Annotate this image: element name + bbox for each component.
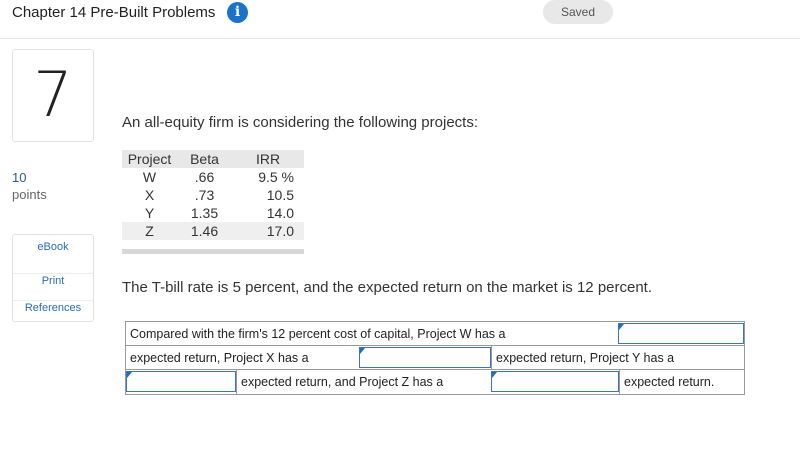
col-header-project: Project: [122, 150, 177, 168]
table-row: Z 1.46 17.0: [122, 222, 304, 240]
assignment-title: Chapter 14 Pre-Built Problems: [12, 4, 216, 21]
info-icon[interactable]: i: [227, 2, 248, 23]
project-cell: X: [122, 186, 177, 204]
col-header-irr: IRR: [232, 150, 304, 168]
table-row: W .66 9.5 %: [122, 168, 304, 186]
irr-cell: 17.0: [232, 222, 304, 240]
ebook-link[interactable]: eBook: [13, 241, 93, 253]
project-cell: Z: [122, 222, 177, 240]
irr-cell: 14.0: [232, 204, 304, 222]
answer-row-1: Compared with the firm's 12 percent cost…: [126, 322, 744, 346]
question-number: 7: [33, 58, 73, 131]
answer-row-2: expected return, Project X has a expecte…: [126, 346, 744, 370]
print-link[interactable]: Print: [13, 273, 93, 287]
projects-table: Project Beta IRR W .66 9.5 % X .73 10.5 …: [122, 150, 304, 254]
project-y-dropdown[interactable]: [126, 371, 236, 392]
answer-text-z: expected return, and Project Z has a: [236, 370, 491, 394]
table-header-row: Project Beta IRR: [122, 150, 304, 168]
answer-grid: Compared with the firm's 12 percent cost…: [125, 321, 745, 395]
col-header-beta: Beta: [177, 150, 232, 168]
question-intro: An all-equity firm is considering the fo…: [122, 114, 478, 131]
project-x-dropdown[interactable]: [359, 347, 491, 368]
beta-cell: 1.35: [177, 204, 232, 222]
resource-links: eBook Print References: [12, 234, 94, 322]
answer-text-x: expected return, Project X has a: [130, 351, 309, 365]
answer-text-end: expected return.: [619, 370, 744, 394]
project-w-dropdown[interactable]: [618, 323, 744, 344]
table-row: X .73 10.5: [122, 186, 304, 204]
project-z-dropdown[interactable]: [491, 371, 619, 392]
answer-row-3: expected return, and Project Z has a exp…: [126, 370, 744, 394]
saved-status-button[interactable]: Saved: [543, 0, 613, 24]
references-link[interactable]: References: [13, 300, 93, 314]
question-number-box: 7: [12, 49, 94, 142]
top-header: Chapter 14 Pre-Built Problems i Saved: [0, 0, 800, 39]
beta-cell: 1.46: [177, 222, 232, 240]
answer-text-y: expected return, Project Y has a: [491, 346, 744, 370]
market-info-text: The T-bill rate is 5 percent, and the ex…: [122, 279, 653, 296]
points-label: points: [12, 187, 47, 202]
irr-cell: 10.5: [232, 186, 304, 204]
beta-cell: .73: [177, 186, 232, 204]
points-value: 10: [12, 170, 27, 185]
project-cell: W: [122, 168, 177, 186]
answer-text-w: Compared with the firm's 12 percent cost…: [130, 327, 506, 341]
irr-cell: 9.5 %: [232, 168, 304, 186]
table-row: Y 1.35 14.0: [122, 204, 304, 222]
table-scrollbar[interactable]: [122, 249, 304, 254]
project-cell: Y: [122, 204, 177, 222]
beta-cell: .66: [177, 168, 232, 186]
